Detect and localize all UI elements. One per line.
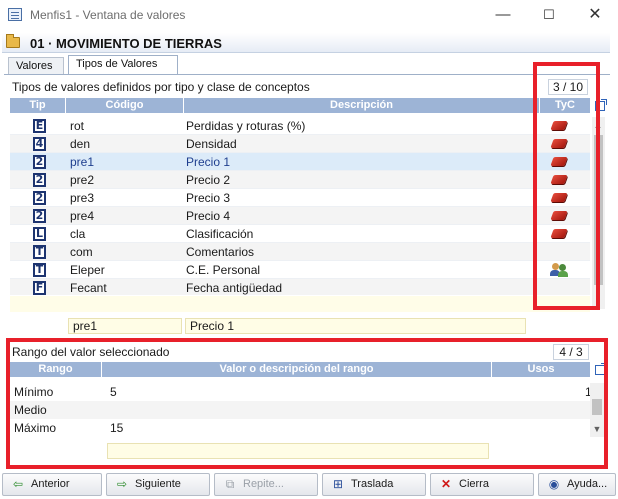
row-code: den: [70, 137, 91, 151]
move-button[interactable]: ⊞ Traslada: [322, 473, 426, 496]
arrow-left-icon: ⇦: [12, 477, 24, 491]
repeat-button[interactable]: ⧉ Repite...: [214, 473, 318, 496]
row-code: pre1: [70, 155, 95, 169]
table-row[interactable]: T com Comentarios: [10, 243, 590, 261]
row-code: Eleper: [70, 263, 105, 277]
type-badge: F: [33, 281, 46, 295]
type-badge: T: [33, 263, 46, 277]
row-code: Fecant: [70, 281, 107, 295]
row-description: Precio 1: [186, 155, 231, 169]
table-row-selected[interactable]: 2 pre1 Precio 1: [10, 153, 590, 171]
help-label: Ayuda...: [567, 478, 608, 490]
move-label: Traslada: [351, 478, 394, 490]
minimize-button[interactable]: —: [480, 0, 526, 30]
arrow-right-icon: ⇨: [116, 477, 128, 491]
table-row[interactable]: E rot Perdidas y roturas (%): [10, 117, 590, 135]
table-row[interactable]: 2 pre4 Precio 4: [10, 207, 590, 225]
previous-button[interactable]: ⇦ Anterior: [2, 473, 102, 496]
type-badge: 4: [33, 137, 46, 151]
new-row-area[interactable]: [10, 296, 590, 312]
col-codigo[interactable]: Código: [66, 98, 184, 113]
row-description: Precio 4: [186, 209, 231, 223]
selected-description-field[interactable]: Precio 1: [185, 318, 526, 334]
tab-tipos-de-valores[interactable]: Tipos de Valores: [68, 55, 178, 75]
row-code: rot: [70, 119, 85, 133]
type-badge: T: [33, 245, 46, 259]
help-button[interactable]: ◉ Ayuda...: [538, 473, 616, 496]
row-description: Densidad: [186, 137, 237, 151]
col-descripcion[interactable]: Descripción: [184, 98, 540, 113]
row-code: com: [70, 245, 93, 259]
chapter-header: 01 · MOVIMIENTO DE TIERRAS: [2, 33, 610, 53]
row-code: pre3: [70, 191, 95, 205]
row-code: cla: [70, 227, 86, 241]
row-description: C.E. Personal: [186, 263, 261, 277]
row-description: Comentarios: [186, 245, 255, 259]
previous-label: Anterior: [31, 478, 70, 490]
repeat-icon: ⧉: [225, 477, 235, 491]
row-description: Clasificación: [186, 227, 254, 241]
type-badge: 2: [33, 191, 46, 205]
title-bar: Menfis1 - Ventana de valores — ☐ ✕: [0, 0, 618, 30]
types-table: E rot Perdidas y roturas (%) 4 den Densi…: [10, 117, 590, 295]
highlight-frame-tyc: [533, 62, 600, 310]
next-label: Siguiente: [135, 478, 181, 490]
help-icon: ◉: [548, 477, 560, 491]
move-icon: ⊞: [332, 477, 344, 491]
button-bar: ⇦ Anterior ⇨ Siguiente ⧉ Repite... ⊞ Tra…: [0, 470, 618, 499]
table-row[interactable]: T Eleper C.E. Personal: [10, 261, 590, 279]
table-row[interactable]: 2 pre3 Precio 3: [10, 189, 590, 207]
types-section-title: Tipos de valores definidos por tipo y cl…: [12, 80, 310, 94]
tab-valores[interactable]: Valores: [8, 57, 64, 75]
type-badge: L: [33, 227, 46, 241]
maximize-button[interactable]: ☐: [526, 0, 572, 30]
type-badge: 2: [33, 173, 46, 187]
close-window-button[interactable]: ✕: [572, 0, 618, 30]
col-tip[interactable]: Tip: [10, 98, 66, 113]
tab-divider: [4, 74, 610, 75]
close-icon: ✕: [440, 477, 452, 491]
repeat-label: Repite...: [243, 478, 284, 490]
app-icon: [8, 8, 22, 21]
table-row[interactable]: 2 pre2 Precio 2: [10, 171, 590, 189]
row-description: Perdidas y roturas (%): [186, 119, 306, 133]
chapter-title: 01 · MOVIMIENTO DE TIERRAS: [30, 36, 222, 51]
selected-code-field[interactable]: pre1: [68, 318, 182, 334]
types-table-header: Tip Código Descripción TyC: [10, 98, 590, 113]
type-badge: E: [33, 119, 46, 133]
table-row[interactable]: F Fecant Fecha antigüedad: [10, 279, 590, 295]
type-badge: 2: [33, 155, 46, 169]
row-code: pre2: [70, 173, 95, 187]
next-button[interactable]: ⇨ Siguiente: [106, 473, 210, 496]
close-button[interactable]: ✕ Cierra: [430, 473, 534, 496]
row-code: pre4: [70, 209, 95, 223]
window-title: Menfis1 - Ventana de valores: [30, 8, 186, 22]
table-row[interactable]: L cla Clasificación: [10, 225, 590, 243]
close-label: Cierra: [459, 478, 489, 490]
row-description: Precio 2: [186, 173, 231, 187]
row-description: Precio 3: [186, 191, 231, 205]
highlight-frame-range: [6, 338, 608, 469]
table-row[interactable]: 4 den Densidad: [10, 135, 590, 153]
folder-icon: [6, 34, 20, 48]
type-badge: 2: [33, 209, 46, 223]
row-description: Fecha antigüedad: [186, 281, 283, 295]
